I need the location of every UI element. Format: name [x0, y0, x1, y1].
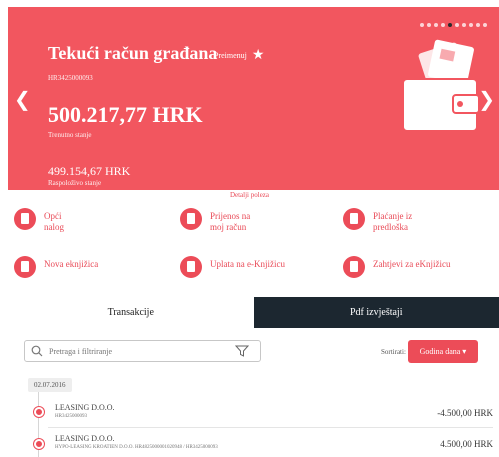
account-card: ❮ ❯ Tekući račun građana Preimenuj ★ HR3… [8, 7, 499, 190]
carousel-dot[interactable] [434, 23, 438, 27]
transaction-marker[interactable] [34, 439, 44, 449]
tab-transactions[interactable]: Transakcije [8, 297, 254, 328]
action-transfer-own[interactable]: Prijenos na moj račun [180, 208, 250, 233]
action-label: Zahtjevi za eKnjižicu [373, 259, 451, 269]
wallet-icon [402, 39, 480, 132]
balance-amount: 500.217,77 HRK [48, 102, 203, 127]
carousel-dot[interactable] [455, 23, 459, 27]
search-box[interactable] [24, 340, 261, 362]
action-new-ebooklet[interactable]: Nova eknjižica [14, 256, 98, 278]
date-chip: 02.07.2016 [28, 378, 72, 392]
tab-pdf-reports[interactable]: Pdf izvještaji [253, 297, 499, 328]
balance-label: Trenutno stanje [48, 131, 92, 139]
search-input[interactable] [49, 346, 229, 356]
action-label: Uplata na e-Knjižicu [210, 259, 285, 269]
carousel-dot[interactable] [441, 23, 445, 27]
carousel-dot[interactable] [427, 23, 431, 27]
search-icon [31, 345, 43, 357]
action-general-order[interactable]: Opći nalog [14, 208, 64, 233]
carousel-dot[interactable] [420, 23, 424, 27]
sort-label: Sortirati: [381, 348, 406, 356]
action-label: Opći nalog [44, 211, 64, 232]
star-icon[interactable]: ★ [252, 48, 265, 62]
carousel-dot[interactable] [448, 23, 452, 27]
transaction-amount: 4.500,00 HRK [440, 439, 493, 449]
filter-icon[interactable] [235, 345, 249, 357]
carousel-dot[interactable] [469, 23, 473, 27]
action-label: Plaćanje iz predloška [373, 211, 413, 232]
transfer-icon [180, 208, 202, 230]
document-icon [14, 208, 36, 230]
action-label: Prijenos na moj račun [210, 211, 251, 232]
rename-label: Preimenuj [214, 50, 247, 60]
template-icon [343, 208, 365, 230]
transaction-subtitle: HYPO-LEASING KROATIEN D.O.O. HR482500000… [55, 445, 218, 450]
transaction-amount: -4.500,00 HRK [437, 408, 493, 418]
carousel-dot[interactable] [462, 23, 466, 27]
account-number: HR3425000093 [48, 74, 93, 82]
available-amount: 499.154,67 HRK [48, 164, 131, 178]
sort-dropdown[interactable]: Godina dana ▾ [408, 340, 478, 363]
carousel-dot[interactable] [476, 23, 480, 27]
available-label: Raspoloživo stanje [48, 179, 102, 187]
account-title: Tekući račun građana [48, 43, 218, 63]
rename-button[interactable]: Preimenuj ★ [214, 48, 265, 62]
transaction-subtitle: HR3425000093 [55, 414, 87, 419]
chevron-left-icon[interactable]: ❮ [14, 89, 31, 109]
booklet-icon [14, 256, 36, 278]
divider [48, 427, 493, 428]
tab-bar: Transakcije Pdf izvještaji [8, 297, 499, 328]
action-deposit-ebooklet[interactable]: Uplata na e-Knjižicu [180, 256, 285, 278]
action-pay-template[interactable]: Plaćanje iz predloška [343, 208, 412, 233]
details-link[interactable]: Detalji poleza [0, 191, 499, 199]
request-icon [343, 256, 365, 278]
action-ebooklet-requests[interactable]: Zahtjevi za eKnjižicu [343, 256, 450, 278]
action-label: Nova eknjižica [44, 259, 99, 269]
deposit-icon [180, 256, 202, 278]
transaction-name: LEASING D.O.O. [55, 403, 115, 412]
carousel-indicator[interactable] [420, 23, 487, 27]
transaction-marker[interactable] [34, 407, 44, 417]
carousel-dot[interactable] [483, 23, 487, 27]
transaction-name: LEASING D.O.O. [55, 434, 115, 443]
